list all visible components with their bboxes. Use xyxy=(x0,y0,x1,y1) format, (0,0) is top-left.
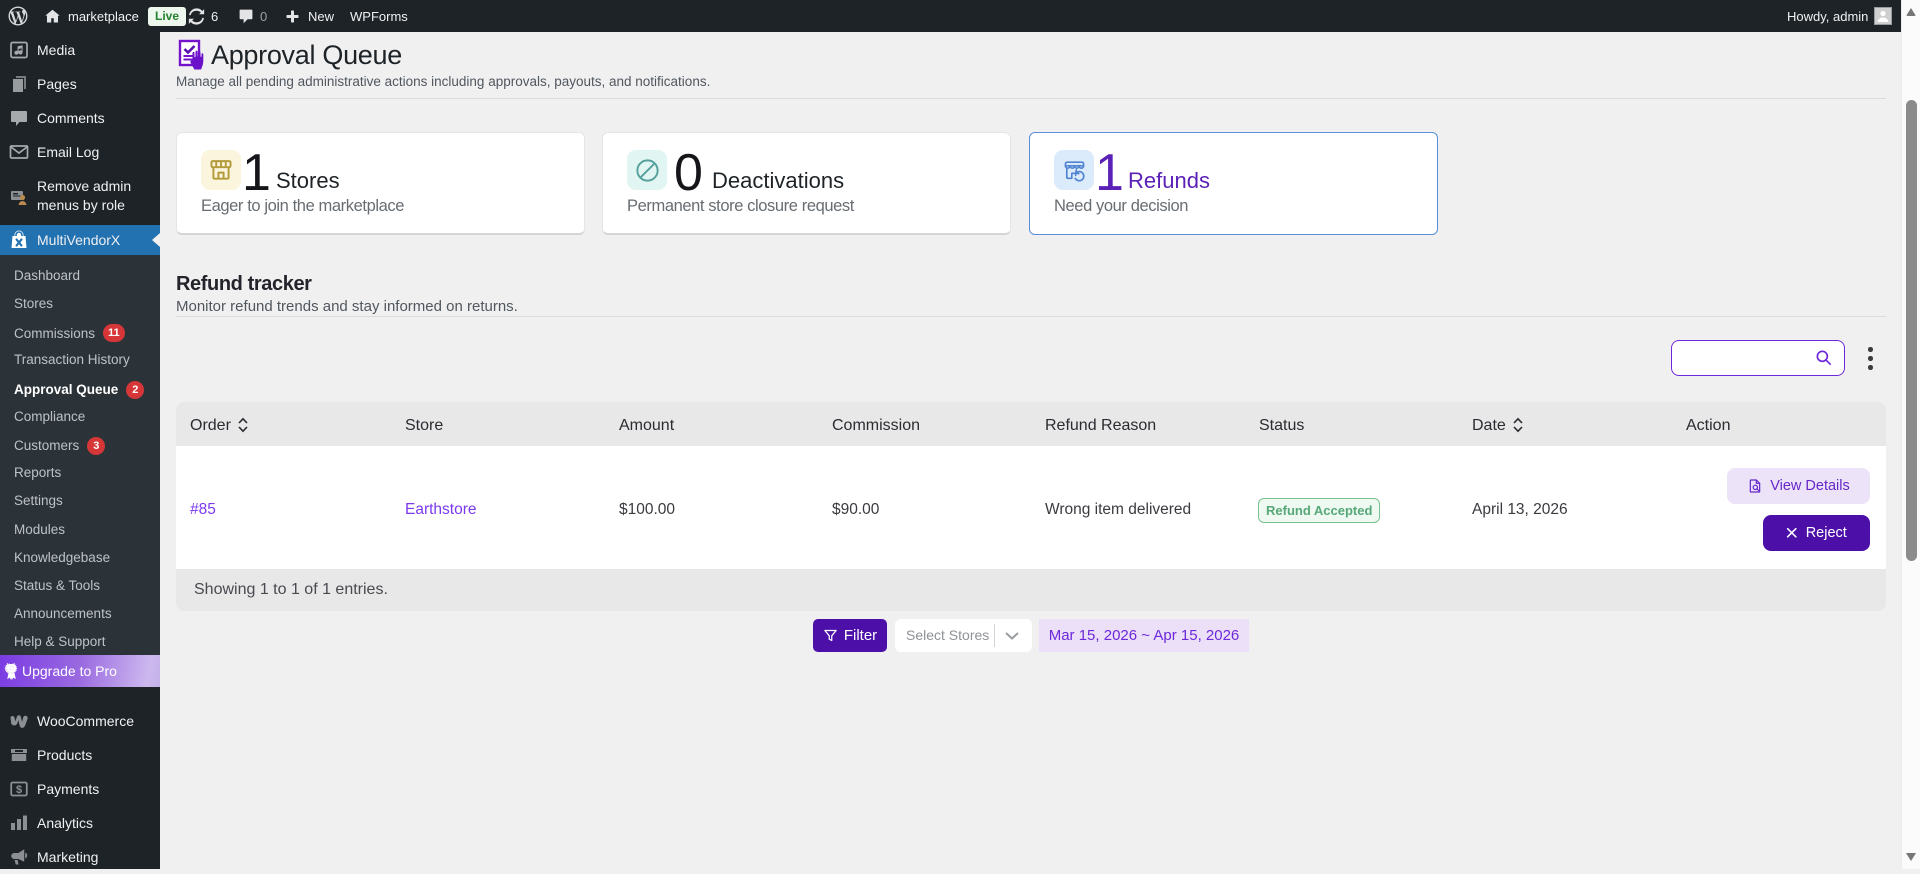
svg-text:$: $ xyxy=(16,784,22,796)
